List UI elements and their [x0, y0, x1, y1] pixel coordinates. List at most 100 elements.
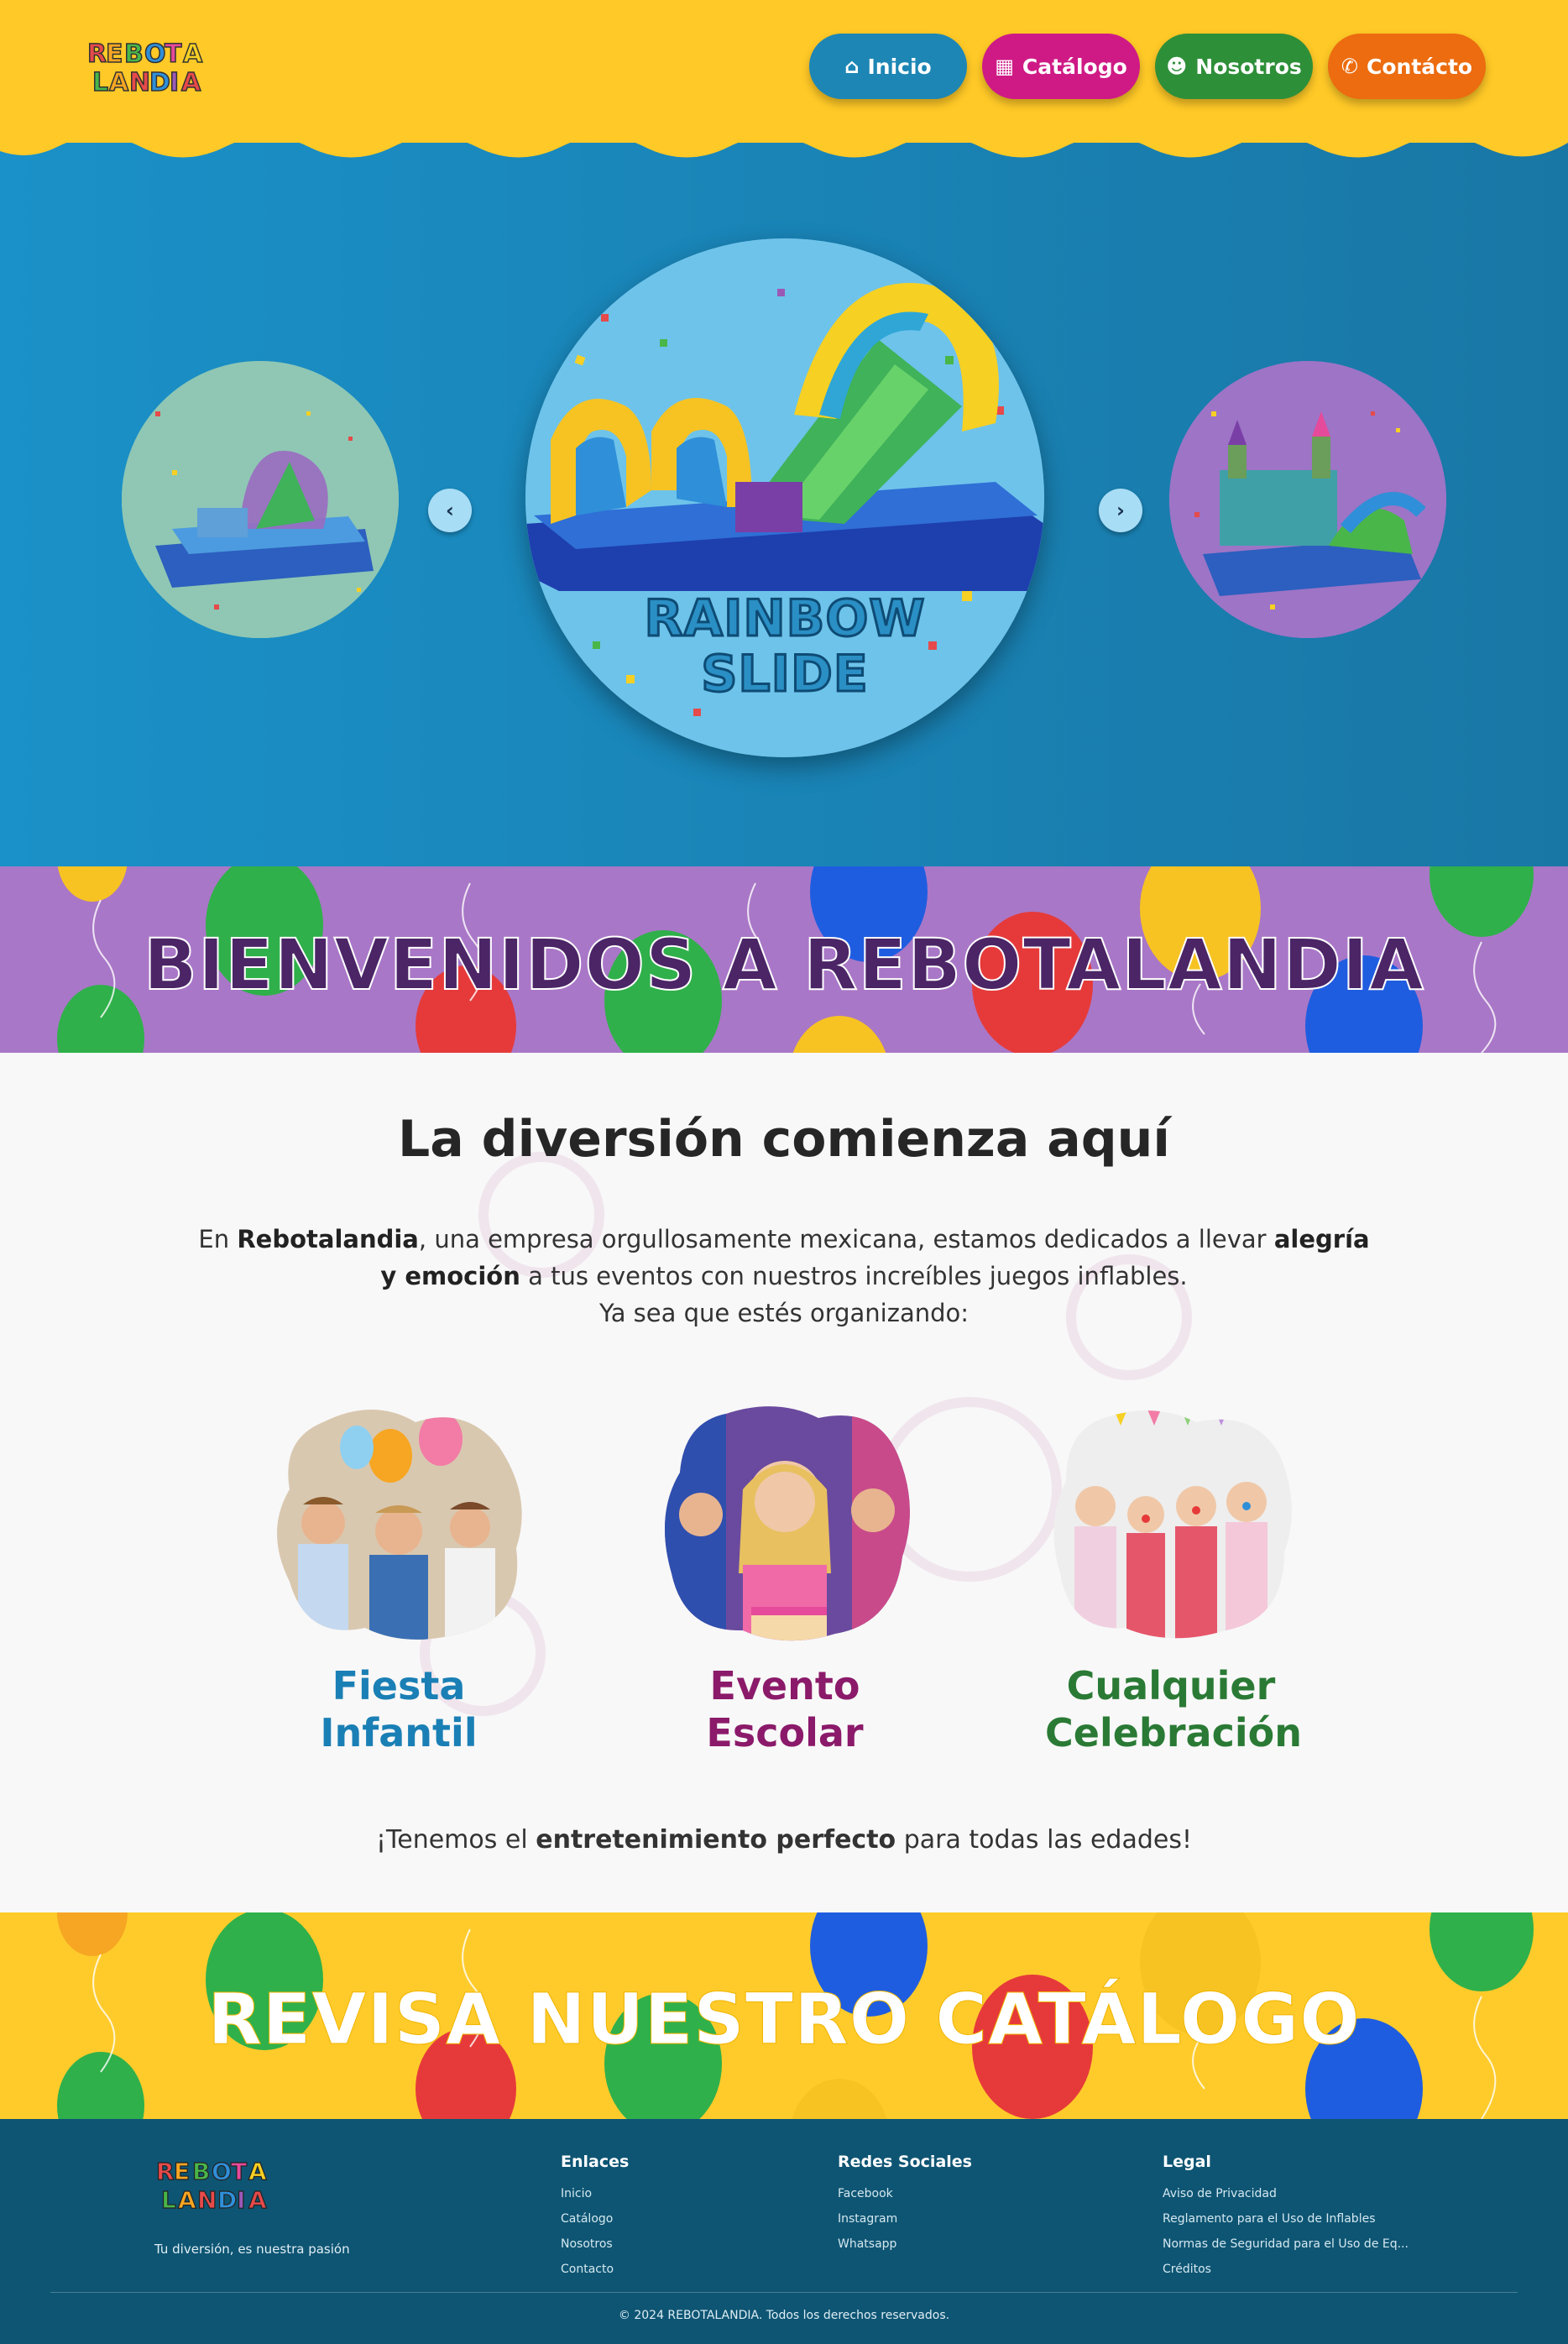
nav-catalogo-label: Catálogo: [1022, 54, 1127, 79]
slide-title: RAINBOW SLIDE: [525, 589, 1044, 704]
nav-nosotros-button[interactable]: ☻ Nosotros: [1155, 34, 1313, 99]
svg-text:I: I: [237, 2186, 245, 2214]
grid-icon: ▦: [995, 55, 1014, 78]
carousel-slide-next[interactable]: [1169, 361, 1446, 638]
rebotalandia-logo-icon: REBOTA LANDIA: [86, 39, 204, 98]
footer-logo[interactable]: REBOTA LANDIA: [153, 2148, 279, 2220]
footer-column-title: Legal: [1163, 2153, 1211, 2171]
hero-carousel: ‹ RAINBOW SLIDE ›: [0, 126, 1568, 866]
svg-text:O: O: [212, 2158, 232, 2185]
kids-party-photo-icon: [277, 1410, 522, 1640]
copyright: © 2024 REBOTALANDIA. Todos los derechos …: [618, 2309, 950, 2322]
footer-link-safety[interactable]: Normas de Seguridad para el Uso de Eq...: [1163, 2232, 1431, 2257]
svg-text:R: R: [87, 39, 107, 69]
occasion-label-line1: Evento: [709, 1663, 860, 1708]
about-closing: ¡Tenemos el entretenimiento perfecto par…: [0, 1825, 1568, 1855]
occasion-label-line1: Fiesta: [332, 1663, 466, 1708]
footer-link-inicio[interactable]: Inicio: [561, 2181, 629, 2206]
about-text-part: Ya sea que estés organizando:: [598, 1299, 970, 1327]
occasion-cualquier-celebracion: Cualquier Celebración: [1045, 1405, 1302, 1756]
svg-text:B: B: [124, 39, 144, 69]
carousel-next-button[interactable]: ›: [1099, 489, 1142, 532]
footer-link-privacy[interactable]: Aviso de Privacidad: [1163, 2181, 1431, 2206]
slide-title-line1: RAINBOW: [643, 589, 926, 648]
footer-divider: [50, 2292, 1518, 2293]
svg-text:A: A: [181, 68, 201, 97]
svg-text:L: L: [92, 68, 108, 97]
svg-text:O: O: [144, 39, 166, 69]
nav-contacto-label: Contácto: [1367, 54, 1473, 79]
carousel-prev-button[interactable]: ‹: [428, 489, 472, 532]
welcome-title: BIENVENIDOS A REBOTALANDIA: [143, 923, 1425, 1007]
footer-column-title: Enlaces: [561, 2153, 630, 2171]
catalog-banner-title: REVISA NUESTRO CATÁLOGO: [207, 1978, 1361, 2061]
bounce-slide-image: [122, 361, 399, 638]
rebotalandia-logo-icon: REBOTA LANDIA: [155, 2157, 267, 2214]
catalog-banner-link[interactable]: REVISA NUESTRO CATÁLOGO: [0, 1912, 1568, 2119]
occasion-label-line2: Escolar: [706, 1710, 864, 1755]
svg-text:A: A: [248, 2158, 267, 2185]
carousel-slide-active[interactable]: RAINBOW SLIDE: [525, 238, 1044, 757]
nav-inicio-button[interactable]: ⌂ Inicio: [809, 34, 967, 99]
occasion-label-line2: Celebración: [1045, 1710, 1302, 1755]
footer-link-catalogo[interactable]: Catálogo: [561, 2206, 629, 2232]
nav-nosotros-label: Nosotros: [1195, 54, 1302, 79]
about-heading: La diversión comienza aquí: [398, 1110, 1170, 1169]
occasion-photo: [1045, 1405, 1297, 1644]
occasion-label-line2: Infantil: [320, 1710, 478, 1755]
header-wave-divider: [0, 126, 1568, 158]
about-text-part: a tus eventos con nuestros increíbles ju…: [520, 1262, 1188, 1290]
main-nav: ⌂ Inicio ▦ Catálogo ☻ Nosotros ✆ Contáct…: [809, 34, 1486, 99]
closing-highlight: entretenimiento perfecto: [536, 1825, 896, 1855]
nav-inicio-label: Inicio: [867, 54, 932, 79]
school-event-photo-icon: [665, 1406, 910, 1641]
footer-link-nosotros[interactable]: Nosotros: [561, 2232, 629, 2257]
footer-link-contacto[interactable]: Contacto: [561, 2257, 629, 2282]
about-paragraph: En Rebotalandia, una empresa orgullosame…: [196, 1221, 1372, 1332]
nav-catalogo-button[interactable]: ▦ Catálogo: [982, 34, 1140, 99]
occasion-label: Fiesta Infantil: [273, 1662, 525, 1756]
occasion-photo: [273, 1405, 525, 1644]
svg-text:A: A: [183, 39, 203, 69]
svg-text:E: E: [174, 2158, 190, 2185]
occasion-evento-escolar: Evento Escolar: [659, 1405, 911, 1756]
about-section: La diversión comienza aquí En Rebotaland…: [0, 1053, 1568, 1912]
chevron-right-icon: ›: [1116, 499, 1125, 522]
svg-text:A: A: [109, 68, 129, 97]
bounce-castle-image: [1169, 361, 1446, 638]
footer-legal-column: Legal Aviso de Privacidad Reglamento par…: [1163, 2153, 1431, 2282]
closing-text-part: ¡Tenemos el: [375, 1825, 536, 1855]
footer-link-facebook[interactable]: Facebook: [838, 2181, 972, 2206]
svg-text:L: L: [161, 2186, 176, 2214]
footer-link-rules[interactable]: Reglamento para el Uso de Inflables: [1163, 2206, 1431, 2232]
occasion-label: Evento Escolar: [659, 1662, 911, 1756]
carousel-slide-prev[interactable]: [122, 361, 399, 638]
footer-links-column: Enlaces Inicio Catálogo Nosotros Contact…: [561, 2153, 629, 2282]
svg-text:I: I: [170, 68, 179, 97]
footer-tagline: Tu diversión, es nuestra pasión: [154, 2242, 350, 2257]
about-text-part: En: [198, 1225, 238, 1253]
svg-text:A: A: [248, 2186, 267, 2214]
occasion-photo: [659, 1405, 911, 1644]
home-icon: ⌂: [844, 55, 860, 78]
svg-text:D: D: [217, 2186, 237, 2214]
svg-text:B: B: [192, 2158, 210, 2185]
about-brand: Rebotalandia: [237, 1225, 419, 1253]
svg-text:N: N: [197, 2186, 217, 2214]
svg-text:E: E: [106, 39, 123, 69]
footer-column-title: Redes Sociales: [838, 2153, 972, 2171]
footer-social-column: Redes Sociales Facebook Instagram Whatsa…: [838, 2153, 972, 2257]
slide-title-line2: SLIDE: [700, 645, 870, 704]
footer-link-whatsapp[interactable]: Whatsapp: [838, 2232, 972, 2257]
footer-link-instagram[interactable]: Instagram: [838, 2206, 972, 2232]
closing-text-part: para todas las edades!: [896, 1825, 1193, 1855]
users-icon: ☻: [1166, 55, 1188, 78]
svg-text:R: R: [156, 2158, 175, 2185]
occasion-label: Cualquier Celebración: [1045, 1662, 1302, 1756]
footer-link-credits[interactable]: Créditos: [1163, 2257, 1431, 2282]
nav-contacto-button[interactable]: ✆ Contácto: [1328, 34, 1486, 99]
about-text-part: , una empresa orgullosamente mexicana, e…: [418, 1225, 1274, 1253]
welcome-banner: BIENVENIDOS A REBOTALANDIA: [0, 866, 1568, 1053]
site-header: REBOTA LANDIA ⌂ Inicio ▦ Catálogo ☻ Noso…: [0, 0, 1568, 143]
logo[interactable]: REBOTA LANDIA: [84, 29, 210, 104]
